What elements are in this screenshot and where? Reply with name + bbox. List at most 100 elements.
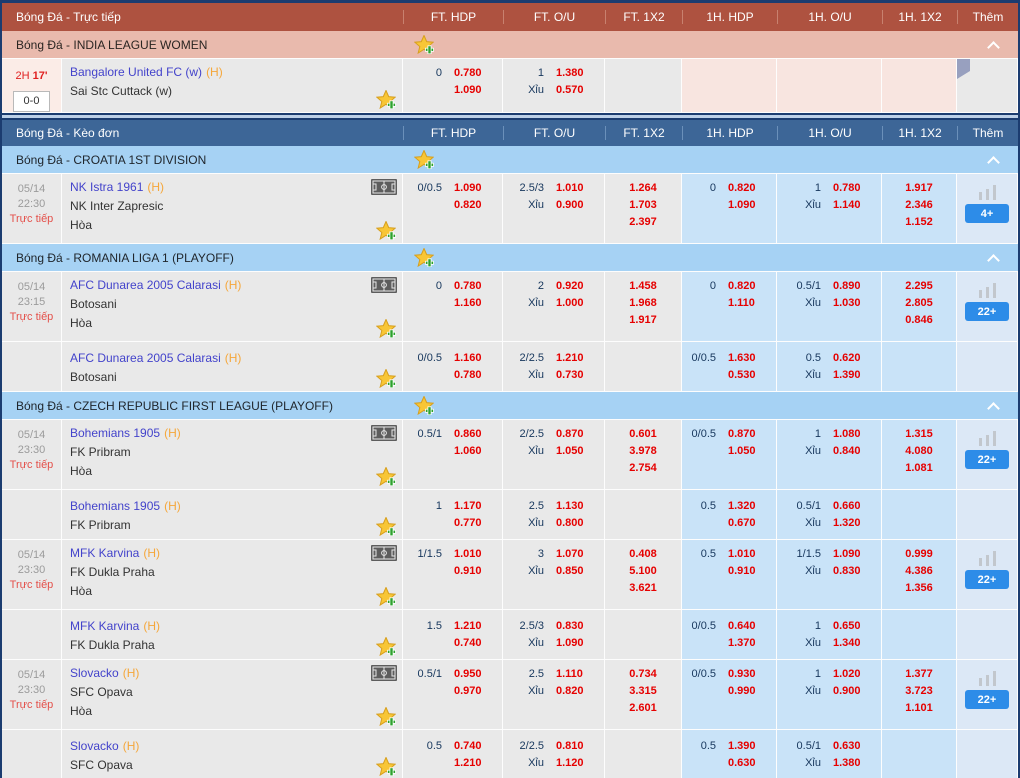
1h-ou-cell[interactable]: 11.080 Xỉu0.840 bbox=[777, 420, 882, 489]
odds-price[interactable]: 1.152 bbox=[882, 214, 956, 231]
favorite-star-slot[interactable] bbox=[414, 150, 434, 172]
1h-1x2-cell[interactable]: 2.295 2.805 0.846 bbox=[882, 272, 957, 341]
1h-1x2-cell[interactable] bbox=[882, 610, 957, 659]
odds-price[interactable]: 1.264 bbox=[605, 180, 681, 197]
odds-price[interactable]: 1.320 bbox=[728, 498, 770, 515]
odds-price[interactable]: 0.601 bbox=[605, 426, 681, 443]
ft-ou-cell[interactable]: 2.51.130 Xỉu0.800 bbox=[503, 490, 605, 539]
odds-price[interactable]: 1.160 bbox=[454, 295, 496, 312]
ft-1x2-cell[interactable]: 0.601 3.978 2.754 bbox=[605, 420, 682, 489]
favorite-star-slot[interactable] bbox=[414, 35, 434, 57]
odds-price[interactable]: 2.805 bbox=[882, 295, 956, 312]
favorite-star-icon[interactable] bbox=[376, 90, 396, 109]
odds-price[interactable]: 1.020 bbox=[833, 666, 875, 683]
odds-price[interactable]: 1.380 bbox=[833, 755, 875, 772]
away-team-link[interactable]: Botosani bbox=[70, 370, 117, 384]
favorite-star-slot[interactable] bbox=[414, 248, 434, 270]
odds-price[interactable]: 0.850 bbox=[556, 563, 598, 580]
ft-1x2-cell[interactable]: 0.408 5.100 3.621 bbox=[605, 540, 682, 609]
odds-price[interactable]: 1.703 bbox=[605, 197, 681, 214]
1h-1x2-cell[interactable]: 1.917 2.346 1.152 bbox=[882, 174, 957, 243]
more-bets-button[interactable]: 22+ bbox=[965, 302, 1009, 321]
odds-price[interactable]: 1.090 bbox=[454, 82, 496, 99]
chevron-up-icon[interactable] bbox=[987, 41, 1000, 54]
1h-hdp-cell[interactable]: 00.820 1.090 bbox=[682, 174, 777, 243]
home-team-link[interactable]: AFC Dunarea 2005 Calarasi bbox=[70, 278, 221, 292]
odds-price[interactable]: 5.100 bbox=[605, 563, 681, 580]
odds-price[interactable]: 1.050 bbox=[728, 443, 770, 460]
odds-price[interactable]: 1.110 bbox=[728, 295, 770, 312]
odds-price[interactable]: 1.630 bbox=[728, 350, 770, 367]
odds-price[interactable]: 1.170 bbox=[454, 498, 496, 515]
odds-price[interactable]: 1.370 bbox=[728, 635, 770, 652]
1h-hdp-cell[interactable] bbox=[682, 59, 777, 112]
odds-price[interactable]: 0.970 bbox=[454, 683, 496, 700]
odds-price[interactable]: 1.917 bbox=[605, 312, 681, 329]
league-row[interactable]: Bóng Đá - ROMANIA LIGA 1 (PLAYOFF) bbox=[2, 244, 1018, 272]
home-team-link[interactable]: AFC Dunarea 2005 Calarasi bbox=[70, 351, 221, 365]
ft-hdp-cell[interactable]: 00.780 1.160 bbox=[403, 272, 503, 341]
1h-1x2-cell[interactable]: 1.377 3.723 1.101 bbox=[882, 660, 957, 729]
1h-ou-cell[interactable]: 11.020 Xỉu0.900 bbox=[777, 660, 882, 729]
odds-price[interactable]: 0.660 bbox=[833, 498, 875, 515]
odds-price[interactable]: 0.820 bbox=[556, 683, 598, 700]
odds-price[interactable]: 1.315 bbox=[882, 426, 956, 443]
odds-price[interactable]: 1.210 bbox=[454, 755, 496, 772]
odds-price[interactable]: 0.730 bbox=[556, 367, 598, 384]
ft-hdp-cell[interactable]: 0.5/10.950 0.970 bbox=[403, 660, 503, 729]
home-team-link[interactable]: Bohemians 1905 bbox=[70, 499, 160, 513]
ft-1x2-cell[interactable]: 1.264 1.703 2.397 bbox=[605, 174, 682, 243]
ft-hdp-cell[interactable]: 00.780 1.090 bbox=[403, 59, 503, 112]
1h-hdp-cell[interactable]: 0.51.390 0.630 bbox=[682, 730, 777, 778]
odds-price[interactable]: 0.840 bbox=[833, 443, 875, 460]
odds-price[interactable]: 0.770 bbox=[454, 515, 496, 532]
odds-price[interactable]: 1.090 bbox=[454, 180, 496, 197]
odds-price[interactable]: 0.950 bbox=[454, 666, 496, 683]
odds-price[interactable]: 1.390 bbox=[728, 738, 770, 755]
ft-hdp-cell[interactable]: 0/0.51.160 0.780 bbox=[403, 342, 503, 391]
odds-price[interactable]: 0.630 bbox=[728, 755, 770, 772]
odds-price[interactable]: 0.800 bbox=[556, 515, 598, 532]
odds-price[interactable]: 1.070 bbox=[556, 546, 598, 563]
more-bets-button[interactable]: 22+ bbox=[965, 570, 1009, 589]
ft-hdp-cell[interactable]: 0.5/10.860 1.060 bbox=[403, 420, 503, 489]
odds-price[interactable]: 3.315 bbox=[605, 683, 681, 700]
odds-price[interactable]: 0.810 bbox=[556, 738, 598, 755]
odds-price[interactable]: 1.080 bbox=[833, 426, 875, 443]
favorite-star-icon[interactable] bbox=[376, 221, 396, 240]
odds-price[interactable]: 0.860 bbox=[454, 426, 496, 443]
ft-ou-cell[interactable]: 2/2.51.210 Xỉu0.730 bbox=[503, 342, 605, 391]
odds-price[interactable]: 0.890 bbox=[833, 278, 875, 295]
odds-price[interactable]: 0.740 bbox=[454, 738, 496, 755]
more-bets-button[interactable]: 4+ bbox=[965, 204, 1009, 223]
odds-price[interactable]: 1.140 bbox=[833, 197, 875, 214]
odds-price[interactable]: 1.390 bbox=[833, 367, 875, 384]
home-team-link[interactable]: Slovacko bbox=[70, 666, 119, 680]
chevron-up-icon[interactable] bbox=[987, 254, 1000, 267]
ft-1x2-cell[interactable] bbox=[605, 490, 682, 539]
odds-price[interactable]: 0.780 bbox=[454, 367, 496, 384]
odds-price[interactable]: 0.640 bbox=[728, 618, 770, 635]
pitch-lineup-icon[interactable] bbox=[371, 179, 397, 195]
ft-1x2-cell[interactable] bbox=[605, 59, 682, 112]
pitch-lineup-icon[interactable] bbox=[371, 545, 397, 561]
odds-price[interactable]: 1.917 bbox=[882, 180, 956, 197]
odds-price[interactable]: 3.621 bbox=[605, 580, 681, 597]
ft-1x2-cell[interactable]: 1.458 1.968 1.917 bbox=[605, 272, 682, 341]
odds-price[interactable]: 0.630 bbox=[833, 738, 875, 755]
favorite-star-icon[interactable] bbox=[376, 707, 396, 726]
odds-price[interactable]: 3.978 bbox=[605, 443, 681, 460]
home-team-link[interactable]: MFK Karvina bbox=[70, 546, 139, 560]
odds-price[interactable]: 0.910 bbox=[728, 563, 770, 580]
ft-1x2-cell[interactable] bbox=[605, 342, 682, 391]
odds-price[interactable]: 0.408 bbox=[605, 546, 681, 563]
favorite-star-icon[interactable] bbox=[376, 369, 396, 388]
odds-price[interactable]: 0.780 bbox=[833, 180, 875, 197]
away-team-link[interactable]: FK Dukla Praha bbox=[70, 638, 155, 652]
odds-price[interactable]: 1.377 bbox=[882, 666, 956, 683]
odds-price[interactable]: 0.830 bbox=[833, 563, 875, 580]
odds-price[interactable]: 1.090 bbox=[556, 635, 598, 652]
1h-ou-cell[interactable]: 10.780 Xỉu1.140 bbox=[777, 174, 882, 243]
odds-price[interactable]: 0.650 bbox=[833, 618, 875, 635]
odds-price[interactable]: 1.030 bbox=[833, 295, 875, 312]
